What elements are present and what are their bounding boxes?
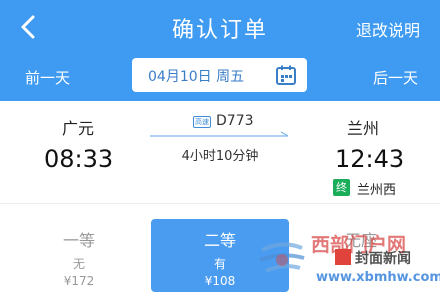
watermark-news-name: 封面新闻 bbox=[355, 251, 411, 267]
train-type-badge: 高速 bbox=[193, 116, 211, 128]
seat-class-name: 一等 bbox=[62, 231, 95, 250]
arrival-time: 12:43 bbox=[335, 145, 405, 173]
terminal-station: 兰州西 bbox=[357, 183, 397, 198]
selected-date: 04月10日 周五 bbox=[148, 69, 245, 85]
watermark-news-icon bbox=[335, 249, 351, 265]
route-arrow-icon bbox=[150, 131, 289, 137]
top-bar: 确认订单 退改说明 前一天 04月10日 周五 后一天 bbox=[0, 0, 440, 101]
date-selector[interactable]: 04月10日 周五 bbox=[132, 58, 307, 92]
divider bbox=[0, 203, 440, 204]
departure-station: 广元 bbox=[62, 119, 95, 138]
next-day-button[interactable]: 后一天 bbox=[373, 67, 418, 88]
calendar-icon bbox=[276, 65, 296, 85]
refund-change-help-link[interactable]: 退改说明 bbox=[356, 17, 420, 41]
train-number: D773 bbox=[216, 113, 254, 129]
seat-price: ¥172 bbox=[63, 274, 95, 288]
seat-option-first-class[interactable]: 一等 无 ¥172 bbox=[10, 219, 148, 292]
terminal-badge: 终 bbox=[333, 179, 350, 196]
watermark-logo-icon bbox=[259, 242, 305, 273]
previous-day-button[interactable]: 前一天 bbox=[25, 67, 70, 88]
seat-availability: 无 bbox=[72, 257, 85, 271]
arrival-station: 兰州 bbox=[347, 119, 380, 138]
watermark-url: www.xbmhw.com bbox=[316, 270, 440, 285]
